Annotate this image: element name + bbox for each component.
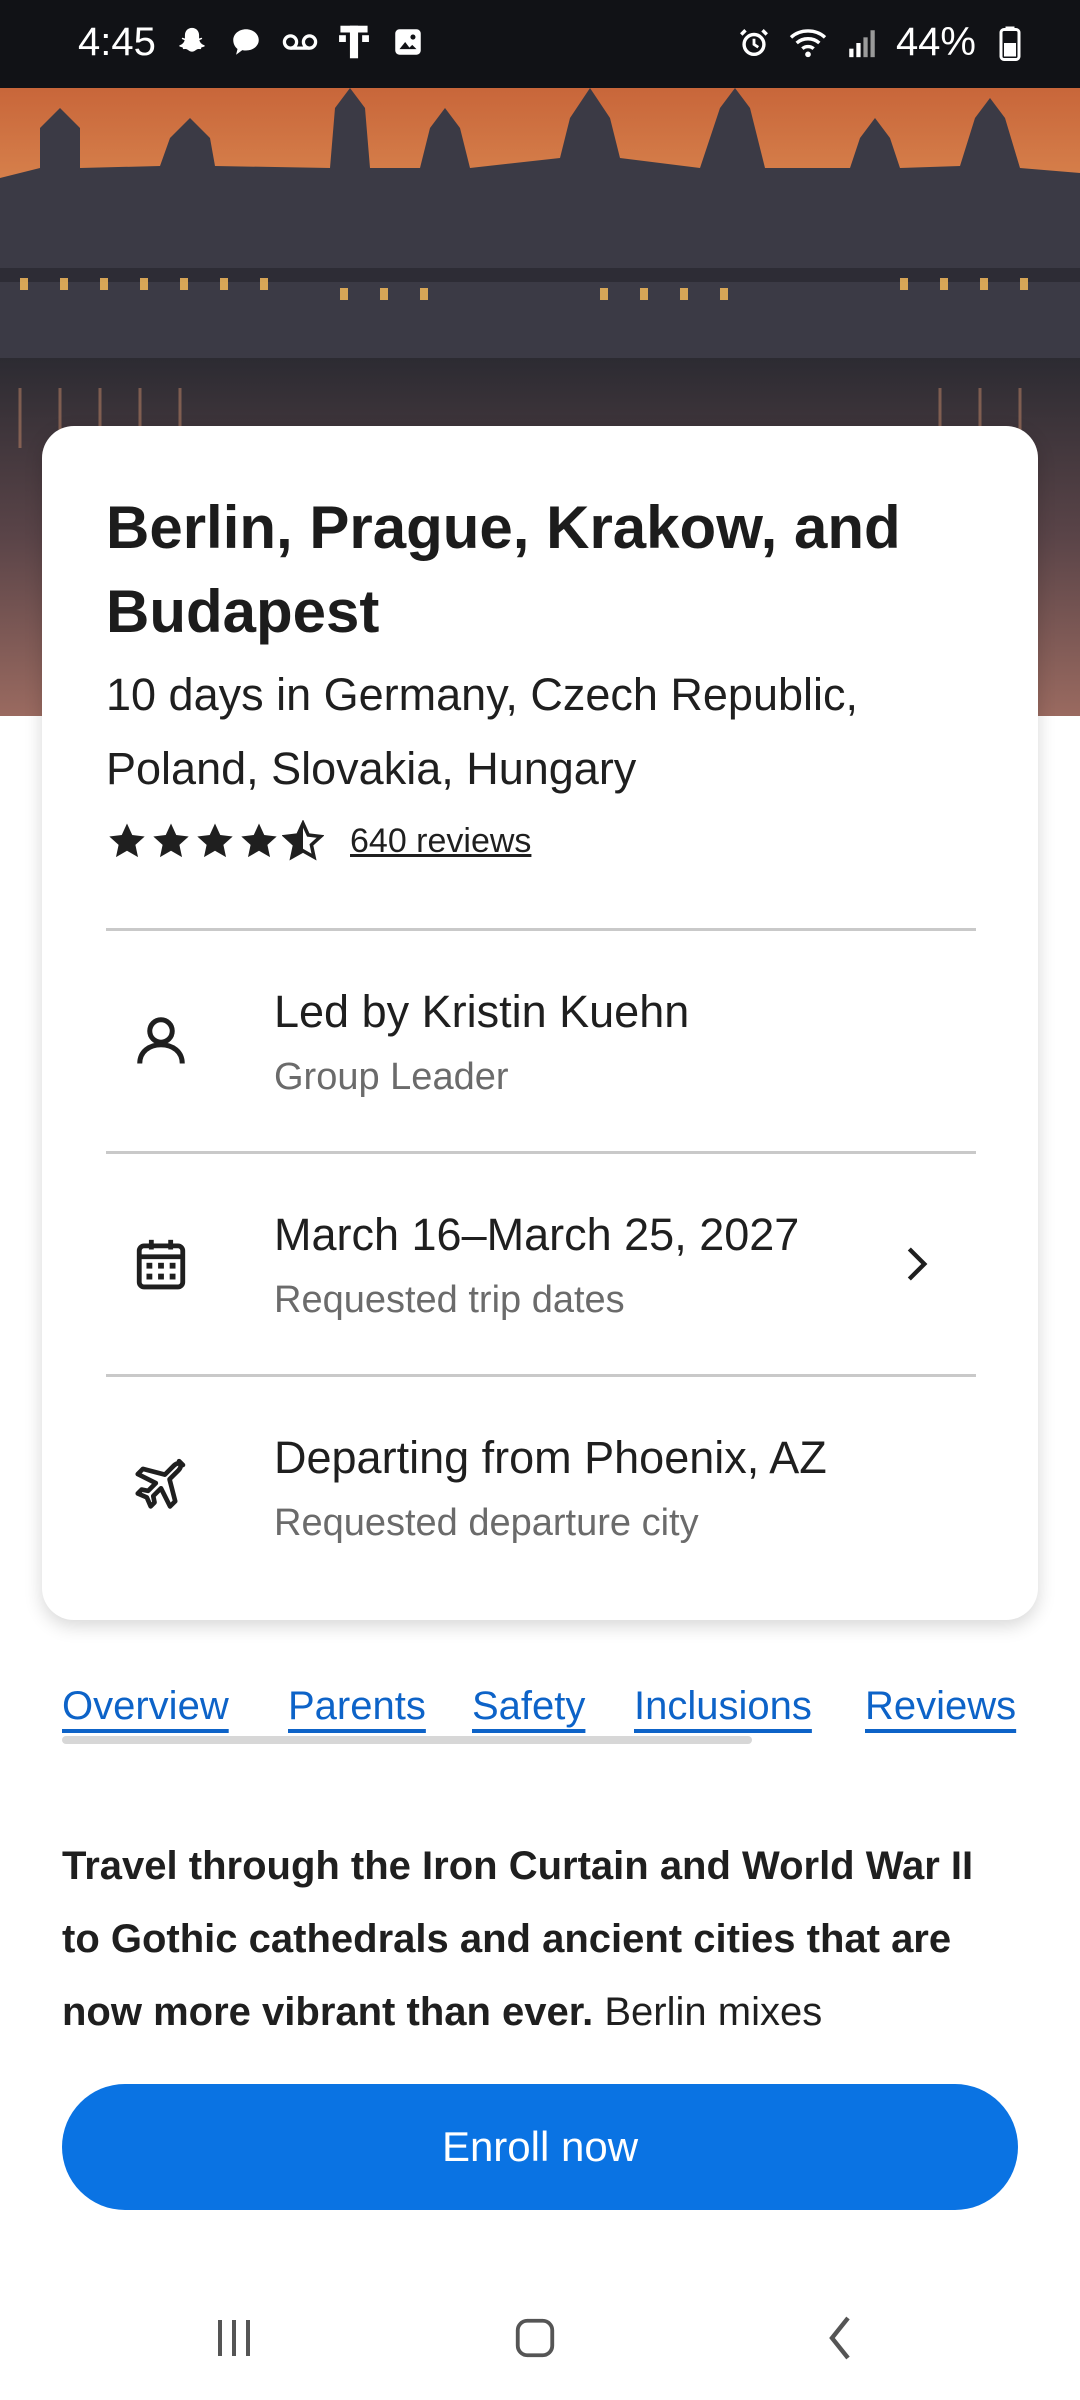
snapchat-icon — [172, 22, 212, 62]
system-nav-bar — [0, 2268, 1080, 2400]
star-icon — [197, 823, 233, 858]
star-rating — [106, 820, 324, 862]
trip-subtitle: 10 days in Germany, Czech Republic, Pola… — [106, 669, 859, 794]
trip-dates: March 16–March 25, 2027 — [274, 1209, 800, 1260]
chevron-right-icon[interactable] — [896, 1239, 936, 1289]
leader-row: Led by Kristin Kuehn Group Leader — [106, 931, 976, 1151]
system-status: 44% — [734, 20, 1030, 65]
leader-role: Group Leader — [274, 1056, 509, 1098]
alarm-icon — [734, 23, 774, 63]
trip-description: Travel through the Iron Curtain and Worl… — [62, 1830, 1022, 2049]
status-bar: 4:45 44% — [0, 0, 1080, 88]
notification-icons — [172, 22, 428, 62]
tab-parents[interactable]: Parents — [288, 1684, 426, 1729]
tmobile-icon — [334, 22, 374, 62]
battery-icon — [990, 23, 1030, 63]
battery-level: 44% — [895, 20, 976, 64]
calendar-icon — [126, 1229, 196, 1299]
voicemail-icon — [280, 22, 320, 62]
status-time: 4:45 — [78, 20, 156, 64]
tab-scroll-indicator — [62, 1736, 752, 1744]
airplane-icon — [126, 1452, 196, 1522]
star-icon — [153, 823, 189, 858]
tab-safety[interactable]: Safety — [472, 1684, 585, 1729]
star-icon — [109, 823, 145, 858]
description-lead: Travel through the Iron Curtain and Worl… — [62, 1844, 974, 2034]
trip-title: Berlin, Prague, Krakow, and Budapest — [106, 494, 901, 645]
home-icon[interactable] — [505, 2308, 565, 2368]
rating: 640 reviews — [106, 820, 531, 862]
departure-label: Requested departure city — [274, 1502, 699, 1544]
recents-icon[interactable] — [204, 2308, 264, 2368]
gallery-icon — [388, 22, 428, 62]
departure-city: Departing from Phoenix, AZ — [274, 1432, 827, 1483]
trip-dates-label: Requested trip dates — [274, 1279, 625, 1321]
back-icon[interactable] — [810, 2308, 870, 2368]
tab-inclusions[interactable]: Inclusions — [634, 1684, 812, 1729]
description-body: Berlin mixes — [593, 1990, 823, 2034]
star-icon — [241, 823, 277, 858]
trip-card: Berlin, Prague, Krakow, and Budapest 10 … — [42, 426, 1038, 1620]
half-star-icon — [282, 820, 324, 861]
chat-bubble-icon — [226, 22, 266, 62]
wifi-icon — [788, 23, 828, 63]
departure-row: Departing from Phoenix, AZ Requested dep… — [106, 1377, 976, 1597]
person-icon — [126, 1006, 196, 1076]
leader-name: Led by Kristin Kuehn — [274, 986, 690, 1037]
tab-reviews[interactable]: Reviews — [865, 1684, 1016, 1729]
tab-overview[interactable]: Overview — [62, 1684, 229, 1729]
reviews-link[interactable]: 640 reviews — [350, 822, 531, 861]
enroll-button[interactable]: Enroll now — [62, 2084, 1018, 2210]
signal-icon — [842, 23, 882, 63]
section-tabs: Overview Parents Safety Inclusions Revie… — [62, 1684, 1062, 1764]
dates-row[interactable]: March 16–March 25, 2027 Requested trip d… — [106, 1154, 976, 1374]
